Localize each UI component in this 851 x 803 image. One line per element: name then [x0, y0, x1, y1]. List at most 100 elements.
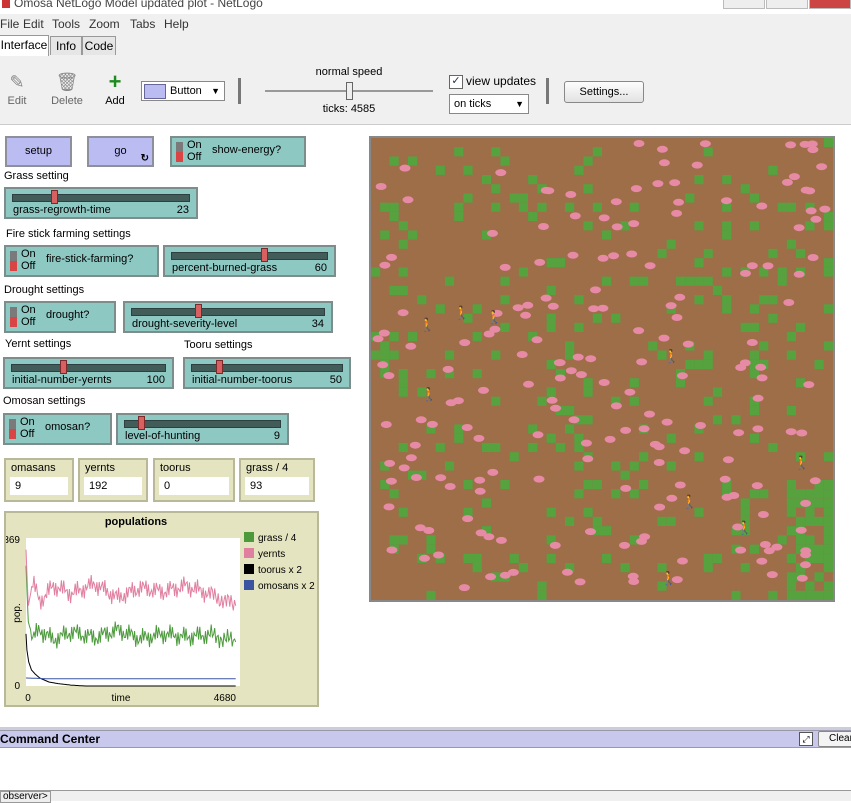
menu-edit[interactable]: Edit — [23, 17, 44, 31]
minimize-icon[interactable] — [723, 0, 765, 9]
plot-ymax: 369 — [6, 535, 20, 546]
grass-patch — [574, 322, 584, 332]
monitor-value-box: 93 — [245, 477, 309, 495]
window-title: Omosa NetLogo Model updated plot - NetLo… — [14, 0, 263, 10]
yernt-agent — [409, 441, 421, 449]
grass-patch — [500, 479, 510, 490]
grass-patch — [749, 489, 759, 499]
drought-switch[interactable]: On Off drought? — [4, 301, 116, 333]
observer-selector[interactable]: observer> — [0, 791, 51, 803]
percent-burned-slider[interactable]: percent-burned-grass 60 — [163, 245, 336, 277]
grass-patch — [639, 452, 649, 462]
grass-patch — [796, 535, 806, 545]
monitor-label: omasans — [11, 462, 56, 474]
slider-thumb[interactable] — [194, 304, 202, 318]
tab-info[interactable]: Info — [50, 36, 82, 55]
speed-slider[interactable] — [265, 82, 433, 100]
yernt-agent — [597, 254, 609, 262]
note-omosan: Omosan settings — [3, 395, 86, 407]
menu-file[interactable]: File — [0, 17, 19, 31]
slider-thumb[interactable] — [261, 248, 268, 262]
grass-patch — [565, 350, 575, 360]
show-energy-switch[interactable]: On Off show-energy? — [170, 136, 306, 167]
slider-thumb[interactable] — [137, 416, 145, 430]
yernt-agent — [585, 355, 597, 363]
grass-patch — [823, 507, 833, 517]
slider-thumb[interactable] — [59, 360, 67, 374]
menu-tabs[interactable]: Tabs — [130, 17, 155, 31]
grass-patch — [518, 193, 528, 203]
switch-off-label: Off — [21, 260, 36, 272]
level-of-hunting-slider[interactable]: level-of-hunting 9 — [116, 413, 289, 445]
grass-patch — [398, 239, 408, 249]
close-icon[interactable] — [809, 0, 851, 9]
command-output — [0, 748, 851, 790]
expand-icon[interactable]: ⤢ — [799, 732, 813, 746]
yernt-agent — [673, 198, 685, 206]
grass-patch — [786, 553, 796, 563]
speed-slider-thumb[interactable] — [346, 82, 353, 100]
grass-patch — [786, 526, 796, 536]
grass-patch — [666, 516, 676, 526]
tab-code[interactable]: Code — [82, 36, 116, 55]
menu-zoom[interactable]: Zoom — [89, 17, 120, 31]
grass-patch — [823, 544, 833, 554]
slider-thumb[interactable] — [215, 360, 223, 374]
plot-ymin: 0 — [14, 681, 20, 692]
clear-button[interactable]: Clear — [818, 731, 851, 747]
yernt-agent — [569, 212, 581, 220]
delete-button[interactable]: 🗑 Delete — [47, 71, 87, 107]
yernt-agent — [796, 574, 808, 582]
yernt-agent — [540, 294, 552, 302]
grass-patch — [620, 470, 630, 480]
speed-label: normal speed — [315, 66, 383, 78]
menu-tools[interactable]: Tools — [52, 17, 80, 31]
grass-patch — [398, 285, 408, 295]
setup-button[interactable]: setup — [5, 136, 72, 167]
yernt-agent — [561, 568, 573, 576]
slider-thumb[interactable] — [51, 190, 59, 204]
tab-interface[interactable]: Interface — [0, 35, 49, 56]
chevron-down-icon: ▼ — [211, 86, 220, 96]
edit-button[interactable]: ✎ Edit — [0, 71, 37, 107]
world-view[interactable]: 🚶 🚶 🚶 🚶 🚶 🚶 🚶 🚶 🚶 — [369, 136, 835, 602]
grass-patch — [417, 295, 427, 305]
yernt-agent — [585, 528, 596, 536]
yernt-agent — [423, 527, 435, 534]
fire-stick-farming-switch[interactable]: On Off fire-stick-farming? — [4, 245, 159, 277]
grass-regrowth-slider[interactable]: grass-regrowth-time 23 — [4, 187, 198, 219]
yernt-agent — [756, 557, 768, 565]
view-updates-checkbox[interactable]: ✓ — [449, 75, 463, 89]
command-input-row[interactable]: observer> — [0, 790, 851, 803]
drought-severity-slider[interactable]: drought-severity-level 34 — [123, 301, 333, 333]
grass-patch — [565, 341, 575, 351]
yernt-agent — [478, 386, 489, 394]
initial-yernts-slider[interactable]: initial-number-yernts 100 — [3, 357, 174, 389]
update-mode-select[interactable]: on ticks ▼ — [449, 94, 529, 114]
slider-label: initial-number-yernts — [12, 374, 112, 386]
settings-button[interactable]: Settings... — [564, 81, 644, 103]
yernt-agent — [677, 557, 688, 565]
grass-patch — [444, 461, 455, 471]
slider-value: 23 — [176, 204, 189, 216]
grass-patch — [823, 304, 833, 314]
widget-type-select[interactable]: Button ▼ — [141, 81, 225, 101]
initial-toorus-slider[interactable]: initial-number-toorus 50 — [183, 357, 351, 389]
grass-patch — [371, 350, 381, 360]
omosan-switch[interactable]: On Off omosan? — [3, 413, 112, 445]
monitor-toorus: toorus 0 — [153, 458, 235, 502]
command-center-header: Command Center ⤢ Clear — [0, 730, 851, 748]
grass-patch — [814, 489, 824, 499]
yernt-agent — [580, 439, 592, 447]
switch-on-label: On — [20, 416, 35, 428]
menu-help[interactable]: Help — [164, 17, 189, 31]
legend-swatch-grass — [244, 532, 254, 542]
grass-patch — [694, 221, 704, 231]
maximize-icon[interactable] — [766, 0, 808, 9]
yernt-agent — [807, 146, 819, 154]
legend-label-toorus: toorus x 2 — [258, 565, 302, 576]
add-button[interactable]: + Add — [95, 71, 135, 108]
slider-track — [12, 194, 190, 202]
grass-patch — [371, 267, 381, 277]
go-button[interactable]: go ↻ — [87, 136, 154, 167]
